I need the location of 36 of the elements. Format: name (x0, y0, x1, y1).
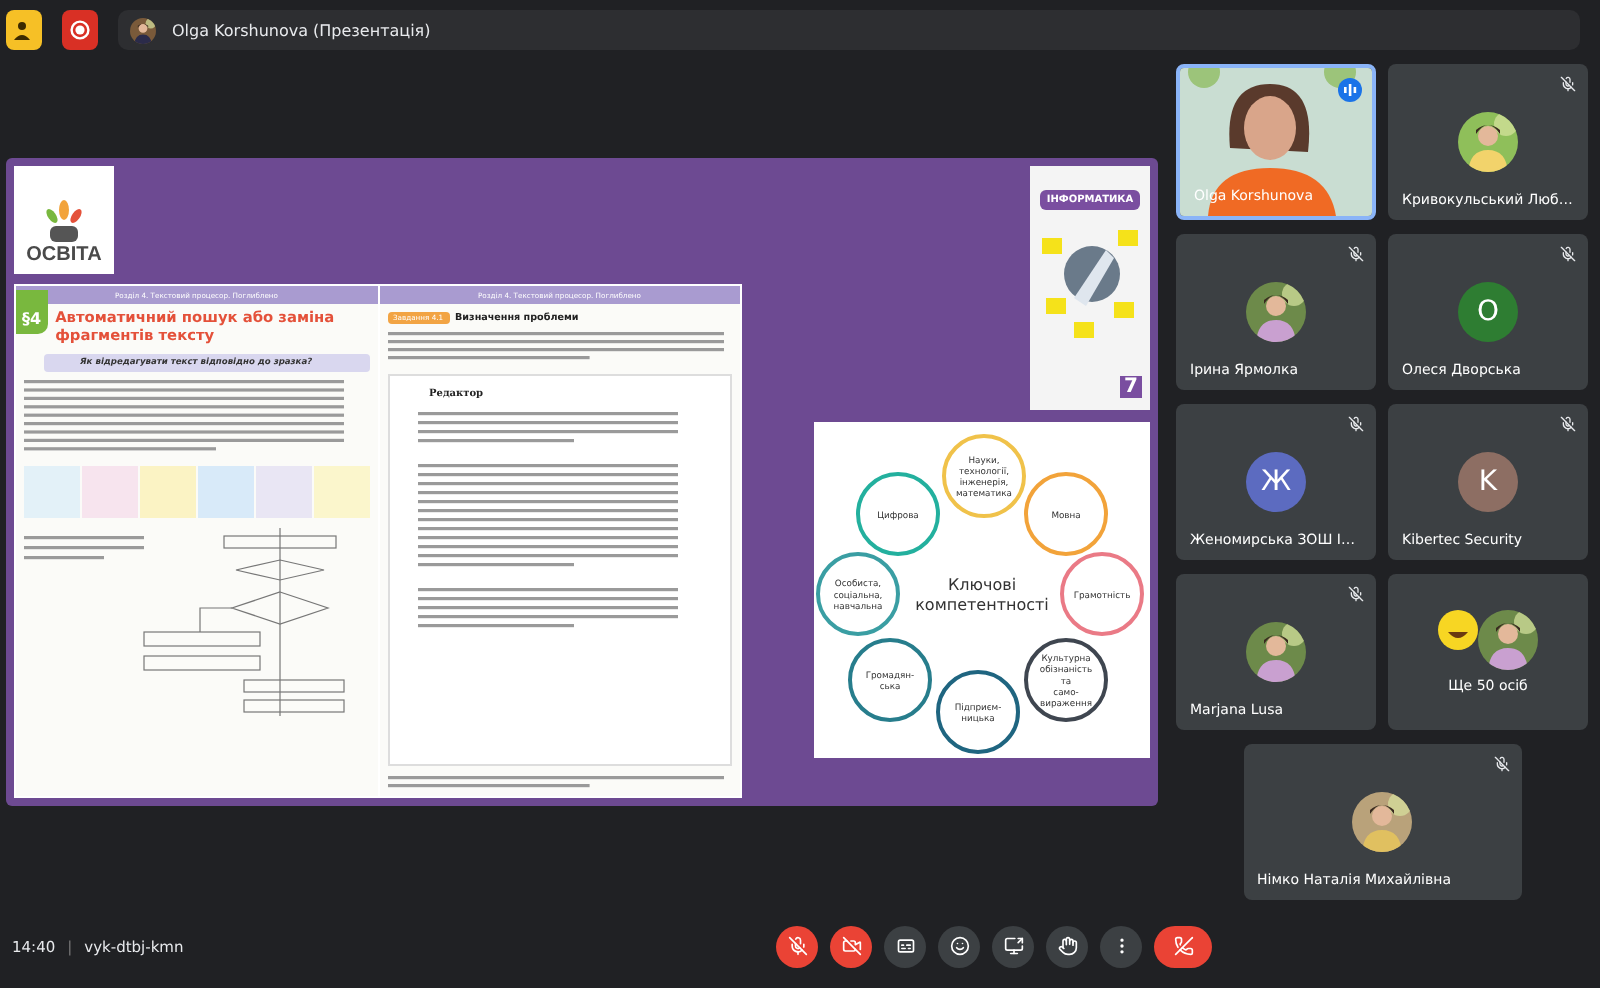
camera-button[interactable] (830, 925, 872, 967)
screen-share-icon (1003, 936, 1023, 956)
hand-icon (1057, 936, 1077, 956)
leaves-icon (44, 200, 84, 244)
step-card (255, 465, 312, 518)
presenter-name: Olga Korshunova (Презентація) (172, 21, 431, 39)
section-number: §4 (22, 309, 42, 327)
emoji-avatar-icon (1438, 610, 1478, 650)
phone-off-icon (1173, 936, 1193, 956)
leave-call-button[interactable] (1154, 925, 1212, 967)
step-card (313, 465, 370, 518)
step-card (197, 465, 254, 518)
logo-text: ОСВІТА (26, 244, 102, 266)
smiley-icon (949, 936, 969, 956)
microphone-off-icon (787, 936, 807, 956)
speaking-icon (1338, 78, 1362, 102)
more-options-button[interactable] (1100, 925, 1142, 967)
microphone-button[interactable] (776, 925, 818, 967)
step-card (81, 465, 138, 518)
step-card (24, 465, 80, 518)
avatar: K (1458, 452, 1518, 512)
activity-button[interactable] (6, 10, 42, 50)
avatar: О (1458, 282, 1518, 342)
captions-button[interactable] (884, 925, 926, 967)
recording-button[interactable] (62, 10, 98, 50)
avatar: Ж (1246, 452, 1306, 512)
captions-icon (895, 936, 915, 956)
people-icon (14, 20, 34, 40)
record-icon (70, 20, 90, 40)
diagram-title: Ключові компетентності (915, 576, 1049, 614)
present-button[interactable] (992, 925, 1034, 967)
step-card (139, 465, 196, 518)
raise-hand-button[interactable] (1046, 925, 1088, 967)
grade-number: 7 (1120, 376, 1142, 398)
reactions-button[interactable] (938, 925, 980, 967)
camera-off-icon (841, 936, 861, 956)
